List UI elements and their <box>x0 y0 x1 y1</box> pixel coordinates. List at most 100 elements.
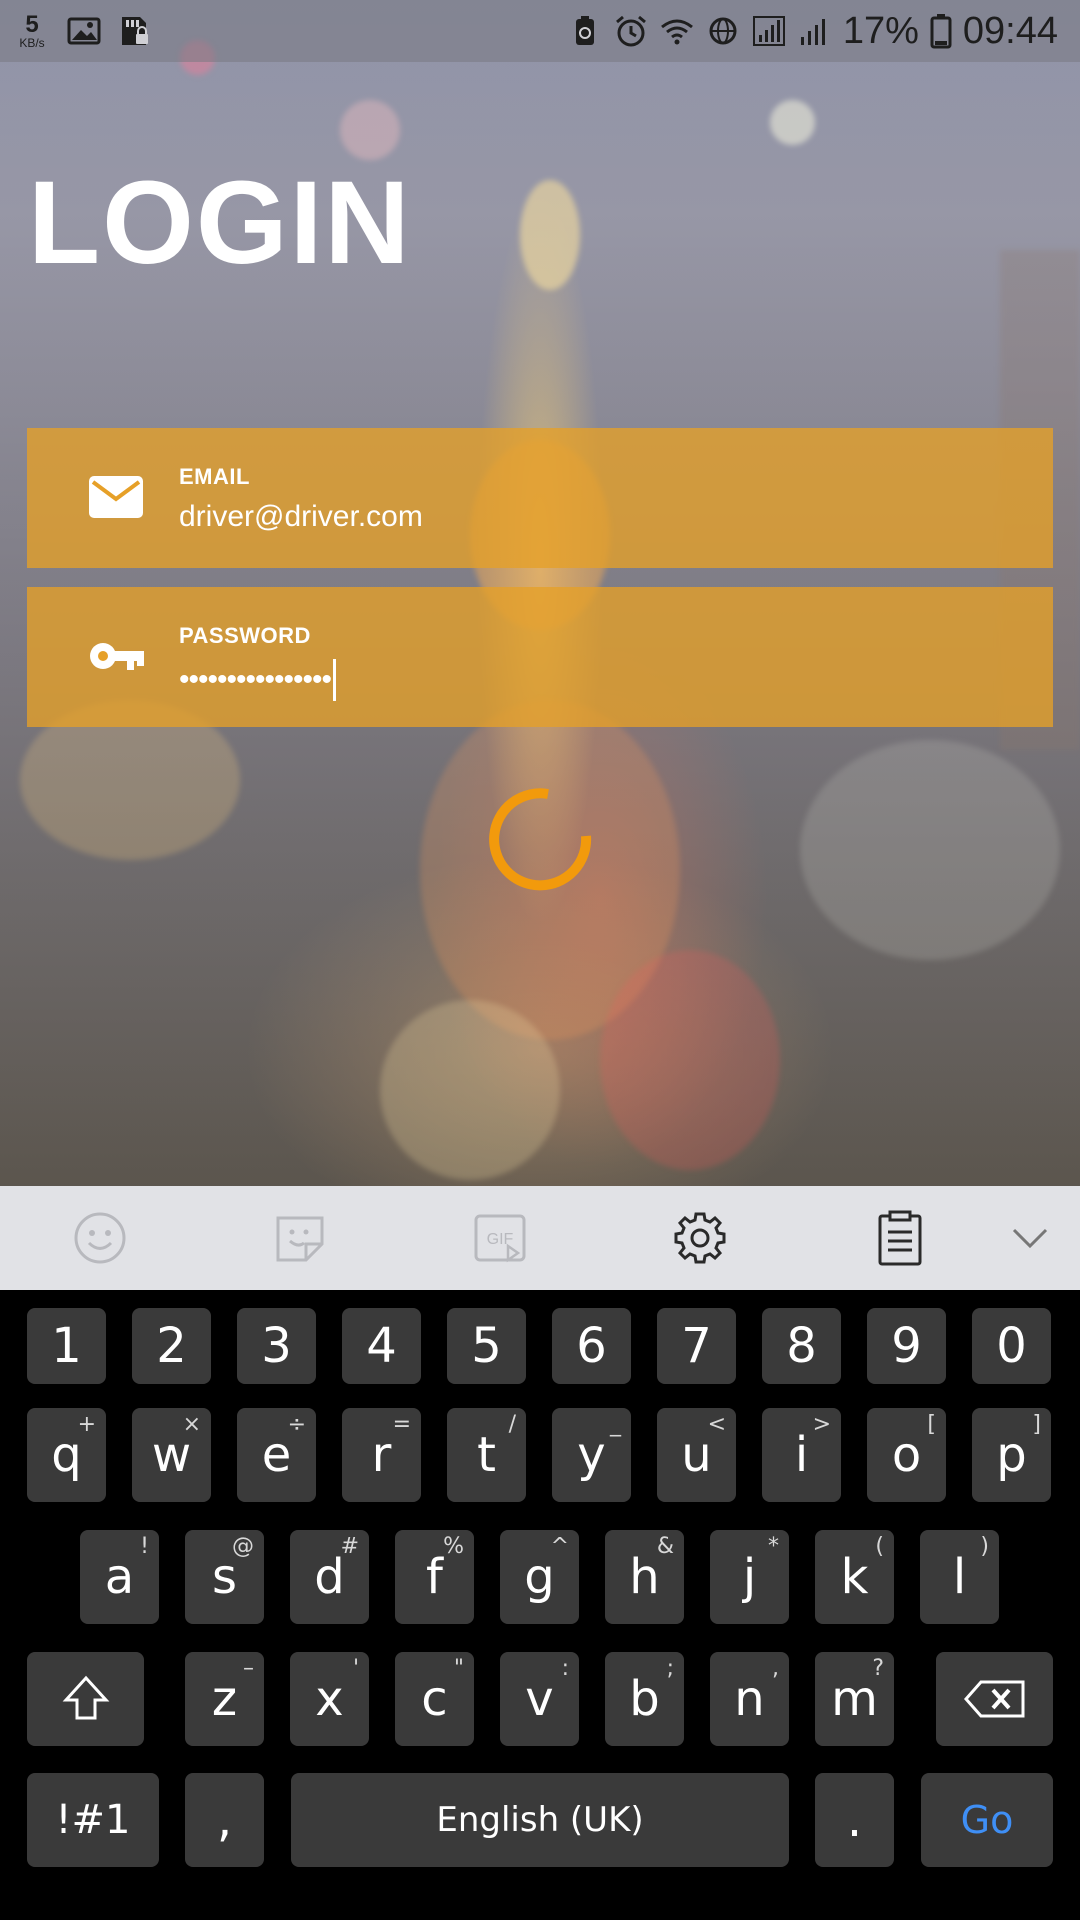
key-m-label: m <box>831 1671 878 1727</box>
backspace-key[interactable] <box>936 1652 1053 1746</box>
key-1[interactable]: 1 <box>27 1308 106 1384</box>
key-6-label: 6 <box>576 1318 607 1374</box>
key-9[interactable]: 9 <box>867 1308 946 1384</box>
envelope-icon <box>89 476 143 518</box>
key-n[interactable]: n, <box>710 1652 789 1746</box>
comma-key[interactable]: , <box>185 1773 264 1867</box>
space-key[interactable]: English (UK) <box>291 1773 789 1867</box>
key-q-hint: + <box>77 1412 96 1437</box>
key-b-label: b <box>629 1671 660 1727</box>
key-6[interactable]: 6 <box>552 1308 631 1384</box>
gif-icon[interactable]: GIF <box>470 1208 530 1268</box>
key-8[interactable]: 8 <box>762 1308 841 1384</box>
go-key[interactable]: Go <box>921 1773 1053 1867</box>
keyboard-toolbar: GIF <box>0 1186 1080 1290</box>
key-x-label: x <box>315 1671 344 1727</box>
key-v[interactable]: v: <box>500 1652 579 1746</box>
network-speed-value: 5 <box>25 11 39 38</box>
shift-key[interactable] <box>27 1652 144 1746</box>
key-h-label: h <box>629 1549 660 1605</box>
key-g[interactable]: g ^ <box>500 1530 579 1624</box>
key-m-hint: ? <box>872 1656 884 1681</box>
key-t[interactable]: t / <box>447 1408 526 1502</box>
key-n-hint: , <box>772 1656 779 1681</box>
key-m[interactable]: m? <box>815 1652 894 1746</box>
key-k[interactable]: k( <box>815 1530 894 1624</box>
key-k-label: k <box>840 1549 869 1605</box>
key-4[interactable]: 4 <box>342 1308 421 1384</box>
key-h[interactable]: h & <box>605 1530 684 1624</box>
key-c-hint: " <box>453 1656 464 1681</box>
key-i[interactable]: i > <box>762 1408 841 1502</box>
key-l[interactable]: l) <box>920 1530 999 1624</box>
key-e[interactable]: e ÷ <box>237 1408 316 1502</box>
key-o[interactable]: o[ <box>867 1408 946 1502</box>
key-j[interactable]: j * <box>710 1530 789 1624</box>
key-5[interactable]: 5 <box>447 1308 526 1384</box>
key-t-hint: / <box>508 1412 516 1437</box>
key-a-label: a <box>104 1549 135 1605</box>
key-0-label: 0 <box>996 1318 1027 1374</box>
key-w[interactable]: w × <box>132 1408 211 1502</box>
network-speed: 5 KB/s <box>12 11 52 50</box>
key-s-hint: @ <box>232 1534 254 1559</box>
password-input[interactable]: •••••••••••••••• <box>179 659 337 701</box>
signal-sim2-icon <box>800 19 825 45</box>
key-f-hint: % <box>443 1534 464 1559</box>
key-3[interactable]: 3 <box>237 1308 316 1384</box>
clock: 09:44 <box>962 9 1058 52</box>
soft-keyboard: 12 3 4567890 q + w × e ÷ r = t / y _ u < i > o[ p] a! s @ d # f%… <box>0 1290 1080 1920</box>
email-field[interactable]: EMAIL driver@driver.com <box>27 428 1053 568</box>
sticker-icon[interactable] <box>270 1208 330 1268</box>
chevron-down-icon[interactable] <box>1000 1208 1060 1268</box>
key-s[interactable]: s @ <box>185 1530 264 1624</box>
key-g-hint: ^ <box>550 1534 569 1559</box>
key-p-hint: ] <box>1032 1412 1041 1437</box>
key-c[interactable]: c " <box>395 1652 474 1746</box>
key-v-label: v <box>525 1671 554 1727</box>
key-b[interactable]: b; <box>605 1652 684 1746</box>
symbols-key[interactable]: !#1 <box>27 1773 159 1867</box>
password-masked-value: •••••••••••••••• <box>179 663 332 696</box>
password-field[interactable]: PASSWORD •••••••••••••••• <box>27 587 1053 727</box>
period-key[interactable]: . <box>815 1773 894 1867</box>
key-a[interactable]: a! <box>80 1530 159 1624</box>
key-y-label: y <box>577 1427 606 1483</box>
key-2[interactable]: 2 <box>132 1308 211 1384</box>
comma-key-label: , <box>216 1792 233 1848</box>
key-q[interactable]: q + <box>27 1408 106 1502</box>
key-7[interactable]: 7 <box>657 1308 736 1384</box>
key-2-label: 2 <box>156 1318 187 1374</box>
key-n-label: n <box>734 1671 765 1727</box>
key-z-label: z <box>211 1671 238 1727</box>
gear-icon[interactable] <box>670 1208 730 1268</box>
key-z-hint: – <box>243 1656 254 1681</box>
key-d[interactable]: d # <box>290 1530 369 1624</box>
text-cursor <box>333 659 337 701</box>
key-r[interactable]: r = <box>342 1408 421 1502</box>
page-title: LOGIN <box>28 157 412 289</box>
key-o-label: o <box>891 1427 922 1483</box>
emoji-icon[interactable] <box>70 1208 130 1268</box>
key-j-label: j <box>742 1549 757 1605</box>
key-p[interactable]: p] <box>972 1408 1051 1502</box>
key-u[interactable]: u < <box>657 1408 736 1502</box>
key-j-hint: * <box>768 1534 779 1559</box>
key-y[interactable]: y _ <box>552 1408 631 1502</box>
key-d-hint: # <box>340 1534 359 1559</box>
clipboard-icon[interactable] <box>870 1208 930 1268</box>
key-4-label: 4 <box>366 1318 397 1374</box>
key-3-label: 3 <box>261 1318 292 1374</box>
key-x[interactable]: x ' <box>290 1652 369 1746</box>
go-key-label: Go <box>960 1798 1014 1842</box>
key-r-label: r <box>371 1427 392 1483</box>
email-input[interactable]: driver@driver.com <box>179 500 423 534</box>
key-f[interactable]: f% <box>395 1530 474 1624</box>
signal-sim1-icon <box>752 16 785 46</box>
network-speed-unit: KB/s <box>19 36 45 50</box>
key-x-hint: ' <box>352 1656 359 1681</box>
key-i-hint: > <box>812 1412 831 1437</box>
password-label: PASSWORD <box>179 623 311 648</box>
key-z[interactable]: z – <box>185 1652 264 1746</box>
key-0[interactable]: 0 <box>972 1308 1051 1384</box>
